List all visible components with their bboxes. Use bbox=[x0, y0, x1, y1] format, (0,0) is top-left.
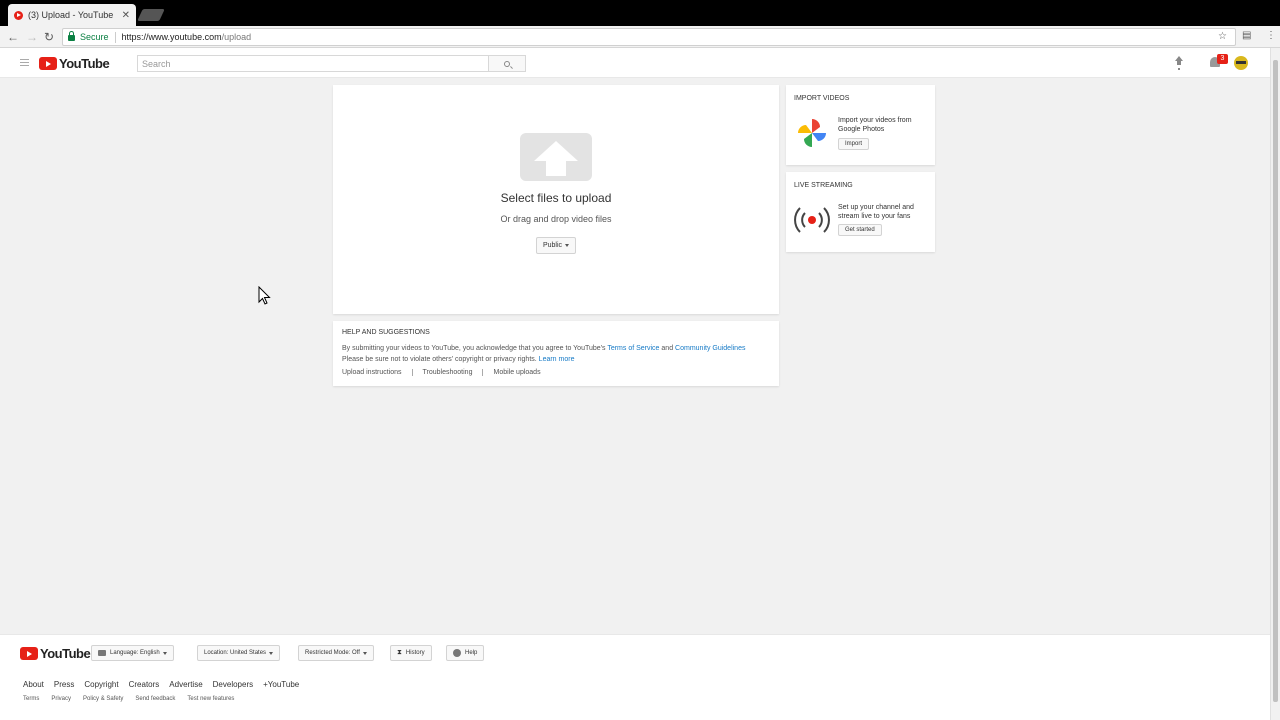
live-title: LIVE STREAMING bbox=[794, 182, 853, 189]
select-files-title[interactable]: Select files to upload bbox=[333, 191, 779, 205]
upload-dropzone[interactable]: Select files to upload Or drag and drop … bbox=[333, 85, 779, 314]
browser-tab[interactable]: (3) Upload - YouTube ✕ bbox=[8, 4, 136, 26]
footer-primary-links: About Press Copyright Creators Advertise… bbox=[23, 680, 309, 689]
help-text-agreement: By submitting your videos to YouTube, yo… bbox=[342, 345, 606, 352]
restricted-label: Restricted Mode: Off bbox=[305, 650, 360, 656]
live-description: Set up your channel and stream live to y… bbox=[838, 204, 914, 220]
browser-menu-icon[interactable]: ⋮ bbox=[1266, 30, 1276, 41]
youtube-logo[interactable]: YouTube bbox=[39, 56, 110, 71]
import-videos-panel: IMPORT VIDEOS Import your videos from Go… bbox=[786, 85, 935, 165]
drag-drop-hint: Or drag and drop video files bbox=[500, 214, 612, 224]
import-button[interactable]: Import bbox=[838, 138, 870, 150]
search-button[interactable] bbox=[488, 55, 526, 72]
footer-link-copyright[interactable]: Copyright bbox=[84, 680, 118, 689]
page-footer: YouTube Language: English Location: Unit… bbox=[0, 634, 1270, 720]
tab-close-icon[interactable]: ✕ bbox=[122, 10, 130, 21]
search-icon bbox=[504, 60, 510, 67]
live-streaming-panel: LIVE STREAMING Set up your channel and s… bbox=[786, 172, 935, 252]
footer-link-policy-safety[interactable]: Policy & Safety bbox=[83, 696, 123, 702]
address-bar[interactable]: Secure https://www.youtube.com/upload ☆ bbox=[62, 28, 1236, 46]
back-arrow-icon[interactable]: ← bbox=[7, 30, 19, 44]
footer-link-plus-youtube[interactable]: +YouTube bbox=[263, 680, 299, 689]
youtube-play-icon bbox=[20, 647, 38, 660]
chevron-down-icon bbox=[565, 244, 570, 247]
footer-link-about[interactable]: About bbox=[23, 680, 44, 689]
language-icon bbox=[98, 650, 106, 656]
help-label: Help bbox=[465, 650, 478, 656]
history-label: History bbox=[405, 650, 425, 656]
footer-link-send-feedback[interactable]: Send feedback bbox=[135, 696, 175, 702]
logo-text: YouTube bbox=[59, 56, 110, 71]
url-host: https://www.youtube.com bbox=[121, 32, 222, 42]
page-scrollbar[interactable] bbox=[1270, 48, 1280, 720]
secure-label: Secure bbox=[80, 32, 109, 42]
youtube-favicon-icon bbox=[14, 10, 23, 20]
new-tab-button[interactable] bbox=[137, 9, 165, 21]
url-path: /upload bbox=[221, 32, 252, 42]
tab-title: (3) Upload - YouTube bbox=[28, 10, 114, 20]
help-and-suggestions-panel: HELP AND SUGGESTIONS By submitting your … bbox=[333, 321, 779, 386]
footer-logo-text: YouTube bbox=[40, 646, 91, 661]
learn-more-link[interactable]: Learn more bbox=[539, 356, 575, 363]
youtube-header: YouTube Search bbox=[0, 48, 1270, 78]
footer-link-press[interactable]: Press bbox=[54, 680, 74, 689]
location-dropdown[interactable]: Location: United States bbox=[197, 645, 281, 661]
forward-arrow-icon[interactable]: → bbox=[26, 30, 38, 44]
footer-link-advertise[interactable]: Advertise bbox=[169, 680, 202, 689]
import-title: IMPORT VIDEOS bbox=[794, 95, 850, 102]
location-label: Location: United States bbox=[204, 650, 267, 656]
browser-tabbar: (3) Upload - YouTube ✕ bbox=[0, 0, 1280, 26]
browser-toolbar: ← → ↻ Secure https://www.youtube.com/upl… bbox=[0, 26, 1280, 48]
avatar[interactable] bbox=[1234, 56, 1248, 70]
help-icon bbox=[453, 649, 461, 657]
scrollbar-thumb[interactable] bbox=[1273, 60, 1278, 702]
footer-secondary-links: Terms Privacy Policy & Safety Send feedb… bbox=[23, 696, 246, 702]
google-photos-icon bbox=[798, 119, 826, 147]
lock-icon bbox=[68, 31, 75, 41]
upload-arrow-icon[interactable] bbox=[520, 133, 592, 181]
help-title: HELP AND SUGGESTIONS bbox=[342, 329, 430, 336]
search-input[interactable]: Search bbox=[137, 55, 489, 72]
privacy-dropdown[interactable]: Public bbox=[536, 237, 576, 254]
footer-link-creators[interactable]: Creators bbox=[129, 680, 160, 689]
privacy-value: Public bbox=[542, 242, 563, 249]
language-label: Language: English bbox=[110, 650, 160, 656]
import-description: Import your videos from Google Photos bbox=[838, 117, 912, 133]
footer-link-terms[interactable]: Terms bbox=[23, 696, 39, 702]
upload-icon[interactable] bbox=[1174, 56, 1184, 68]
chevron-down-icon bbox=[162, 651, 167, 655]
hourglass-icon: ⧗ bbox=[397, 649, 402, 656]
extension-icon[interactable]: ▤ bbox=[1242, 30, 1251, 41]
chevron-down-icon bbox=[269, 651, 274, 655]
bookmark-star-icon[interactable]: ☆ bbox=[1218, 31, 1227, 42]
get-started-button[interactable]: Get started bbox=[838, 224, 882, 236]
guide-menu-icon[interactable] bbox=[20, 59, 29, 66]
community-guidelines-link[interactable]: Community Guidelines bbox=[675, 345, 745, 352]
notification-badge: 3 bbox=[1217, 54, 1228, 64]
live-broadcast-icon bbox=[794, 207, 830, 233]
restricted-mode-dropdown[interactable]: Restricted Mode: Off bbox=[298, 645, 374, 661]
chevron-down-icon bbox=[362, 651, 367, 655]
help-button[interactable]: Help bbox=[446, 645, 485, 661]
upload-instructions-link[interactable]: Upload instructions bbox=[342, 369, 413, 376]
history-button[interactable]: ⧗ History bbox=[390, 645, 432, 661]
mouse-cursor-icon bbox=[258, 286, 271, 305]
terms-of-service-link[interactable]: Terms of Service bbox=[607, 345, 659, 352]
troubleshooting-link[interactable]: Troubleshooting bbox=[423, 369, 484, 376]
omnibox-divider bbox=[114, 31, 116, 43]
help-links: Upload instructions Troubleshooting Mobi… bbox=[342, 369, 770, 376]
footer-link-privacy[interactable]: Privacy bbox=[51, 696, 71, 702]
help-text-and: and bbox=[661, 345, 674, 352]
reload-icon[interactable]: ↻ bbox=[44, 30, 54, 44]
language-dropdown[interactable]: Language: English bbox=[91, 645, 174, 661]
footer-link-developers[interactable]: Developers bbox=[213, 680, 253, 689]
footer-link-test-features[interactable]: Test new features bbox=[187, 696, 234, 702]
help-text-copyright: Please be sure not to violate others' co… bbox=[342, 355, 537, 363]
help-text: By submitting your videos to YouTube, yo… bbox=[342, 344, 770, 365]
footer-youtube-logo[interactable]: YouTube bbox=[20, 646, 91, 661]
mobile-uploads-link[interactable]: Mobile uploads bbox=[493, 369, 550, 376]
youtube-play-icon bbox=[39, 57, 57, 70]
